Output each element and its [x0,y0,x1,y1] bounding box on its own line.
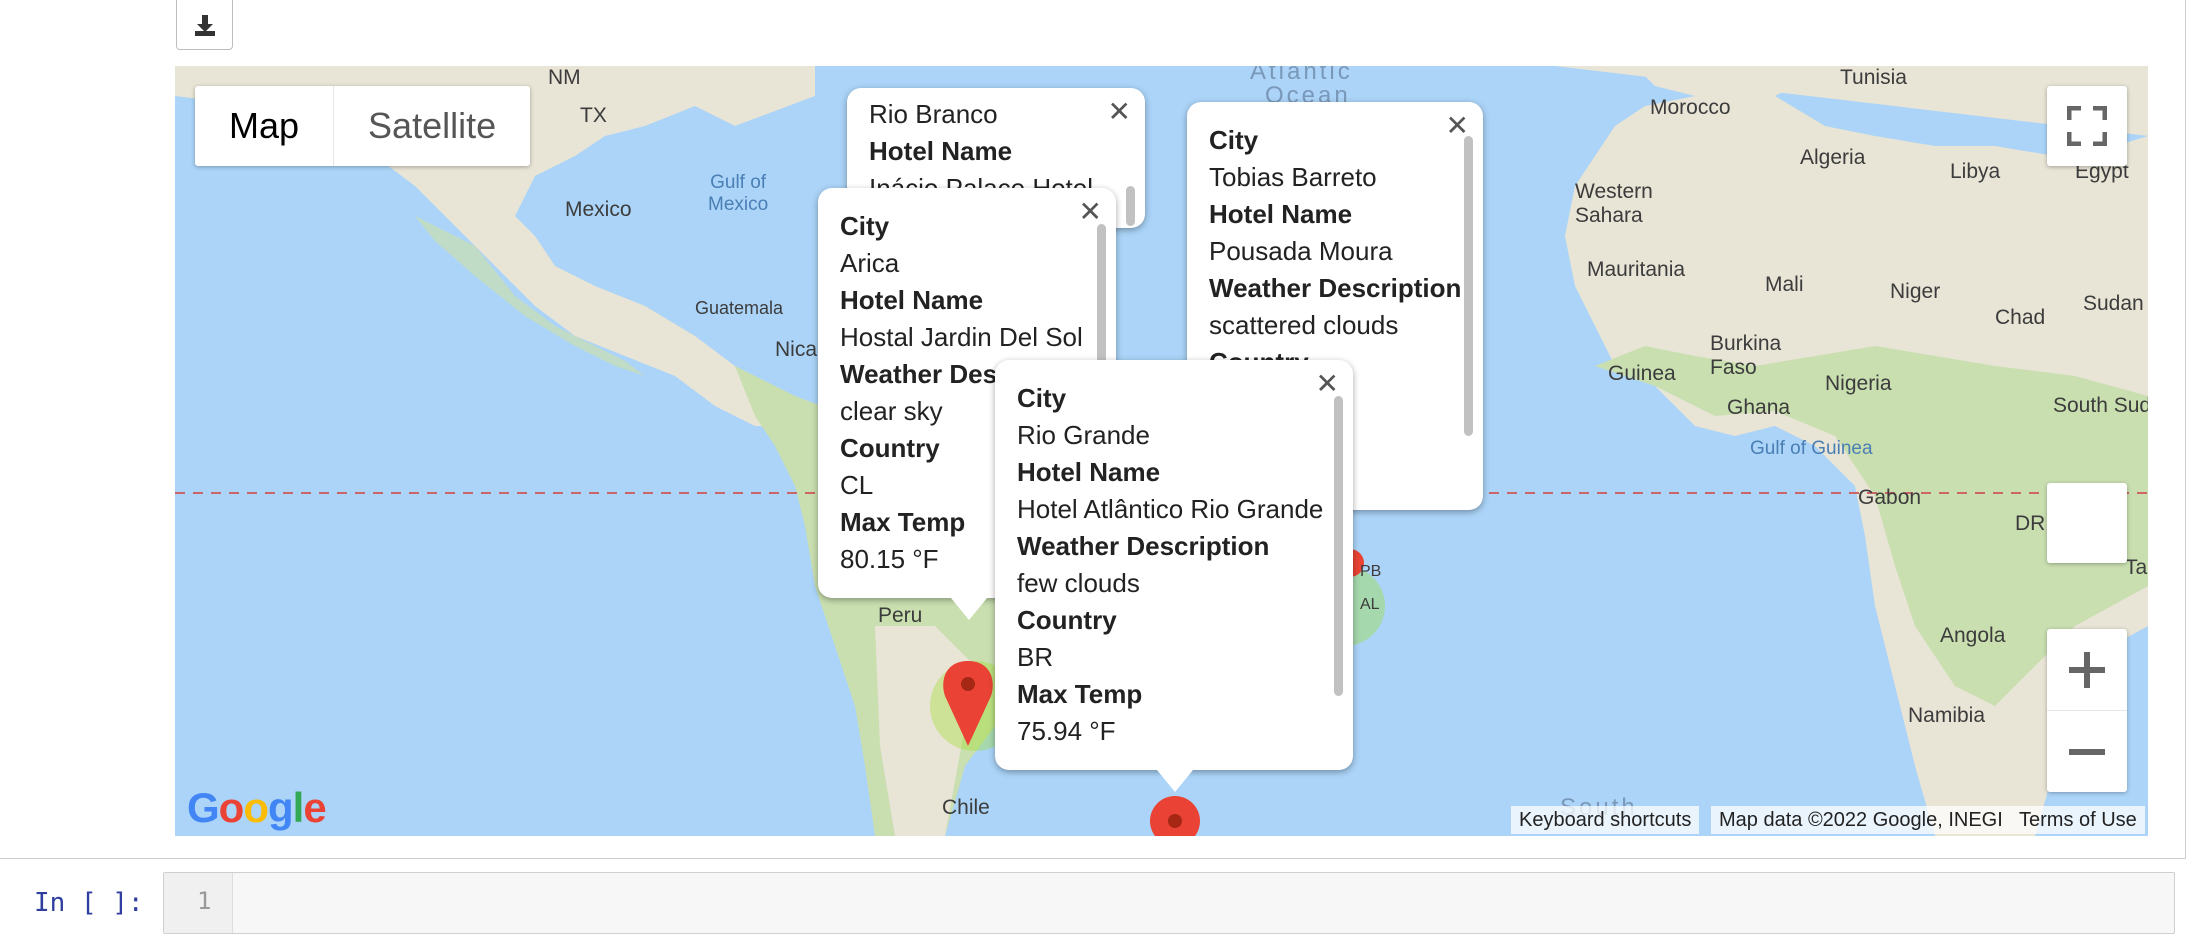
info-weather-value: few clouds [1017,568,1140,598]
label-nicaragua: Nicar [775,338,825,361]
label-western-sahara: Western Sahara [1575,180,1653,227]
label-chile: Chile [942,796,990,819]
info-city-value: Tobias Barreto [1209,162,1377,192]
label-mexico: Mexico [565,198,632,221]
code-editor[interactable]: 1 [163,872,2175,934]
plus-icon [2069,651,2105,688]
fullscreen-button[interactable] [2047,86,2127,166]
label-morocco: Morocco [1650,96,1731,119]
minus-icon [2069,748,2105,755]
label-angola: Angola [1940,624,2006,647]
label-namibia: Namibia [1908,704,1986,727]
label-pb: PB [1360,563,1382,580]
label-guatemala: Guatemala [695,298,784,318]
label-peru: Peru [878,604,923,627]
info-scrollbar[interactable] [1126,186,1135,226]
info-country-label: Country [1017,605,1117,635]
map-type-satellite-button[interactable]: Satellite [334,86,530,166]
info-weather-label: Weather Description [1017,531,1270,561]
info-city-label: City [840,211,890,241]
info-hotel-label: Hotel Name [1017,457,1161,487]
close-icon[interactable]: ✕ [1108,98,1131,126]
label-nm: NM [548,66,581,89]
label-mali: Mali [1765,273,1804,296]
line-number: 1 [197,887,212,915]
info-scrollbar[interactable] [1334,396,1343,696]
info-weather-value: scattered clouds [1209,310,1399,340]
close-icon[interactable]: ✕ [1316,370,1339,398]
map-data-attribution: Map data ©2022 Google, INEGI [1711,806,2011,834]
label-guinea: Guinea [1608,362,1676,385]
label-tunisia: Tunisia [1840,66,1907,89]
label-libya: Libya [1950,160,2001,183]
info-window-rio-grande: City Rio Grande Hotel Name Hotel Atlânti… [995,360,1353,770]
label-gulf-of-guinea: Gulf of Guinea [1750,438,1873,459]
download-button[interactable] [176,0,233,50]
info-scrollbar[interactable] [1464,136,1473,436]
info-hotel-label: Hotel Name [1209,199,1353,229]
map-type-map-button[interactable]: Map [195,86,335,166]
map-marker-rio-grande[interactable] [1150,796,1200,836]
map-type-control: Map Satellite [195,86,531,166]
info-hotel-label: Hotel Name [840,285,984,315]
zoom-out-button[interactable] [2047,711,2127,792]
info-hotel-value: Hostal Jardin Del Sol [840,322,1083,352]
info-country-value: BR [1017,642,1054,672]
zoom-control [2047,629,2127,792]
info-hotel-value: Hotel Atlântico Rio Grande [1017,494,1324,524]
label-drc: DR [2015,512,2046,535]
label-algeria: Algeria [1800,146,1866,169]
label-gulf-of-mexico: Gulf of Mexico [708,172,769,215]
info-temp-value: 75.94 °F [1017,716,1116,746]
label-tx: TX [580,104,607,127]
notebook-input-cell: In [ ]: 1 [0,872,2209,934]
label-sudan: Sudan [2083,292,2144,315]
terms-of-use-link[interactable]: Terms of Use [2011,806,2145,834]
info-weather-label: Weather Description [1209,273,1462,303]
keyboard-shortcuts-link[interactable]: Keyboard shortcuts [1511,806,1700,834]
info-window-tail [1157,770,1193,792]
info-city-value: Rio Branco [869,99,998,129]
zoom-in-button[interactable] [2047,629,2127,711]
label-mauritania: Mauritania [1587,258,1686,281]
close-icon[interactable]: ✕ [1079,198,1102,226]
google-logo: Google [187,784,327,831]
info-window-tail [951,598,987,620]
label-south-sudan: South Sud [2053,394,2148,417]
label-al: AL [1360,596,1380,613]
download-icon [194,14,215,36]
map-view[interactable]: Atlantic Ocean South Morocco Tunisia Alg… [175,66,2148,836]
street-view-button[interactable] [2047,483,2127,563]
info-city-label: City [1209,125,1259,155]
info-hotel-label: Hotel Name [869,136,1013,166]
label-burkina-faso: Burkina Faso [1710,332,1782,379]
label-ghana: Ghana [1727,396,1791,419]
label-niger: Niger [1890,280,1941,303]
fullscreen-icon [2067,106,2107,146]
info-city-label: City [1017,383,1067,413]
info-temp-label: Max Temp [1017,679,1143,709]
info-city-value: Rio Grande [1017,420,1150,450]
label-chad: Chad [1995,306,2046,329]
label-gabon: Gabon [1858,486,1922,509]
info-hotel-value: Pousada Moura [1209,236,1393,266]
label-nigeria: Nigeria [1825,372,1892,395]
info-city-value: Arica [840,248,900,278]
label-ta: Ta [2125,556,2148,579]
